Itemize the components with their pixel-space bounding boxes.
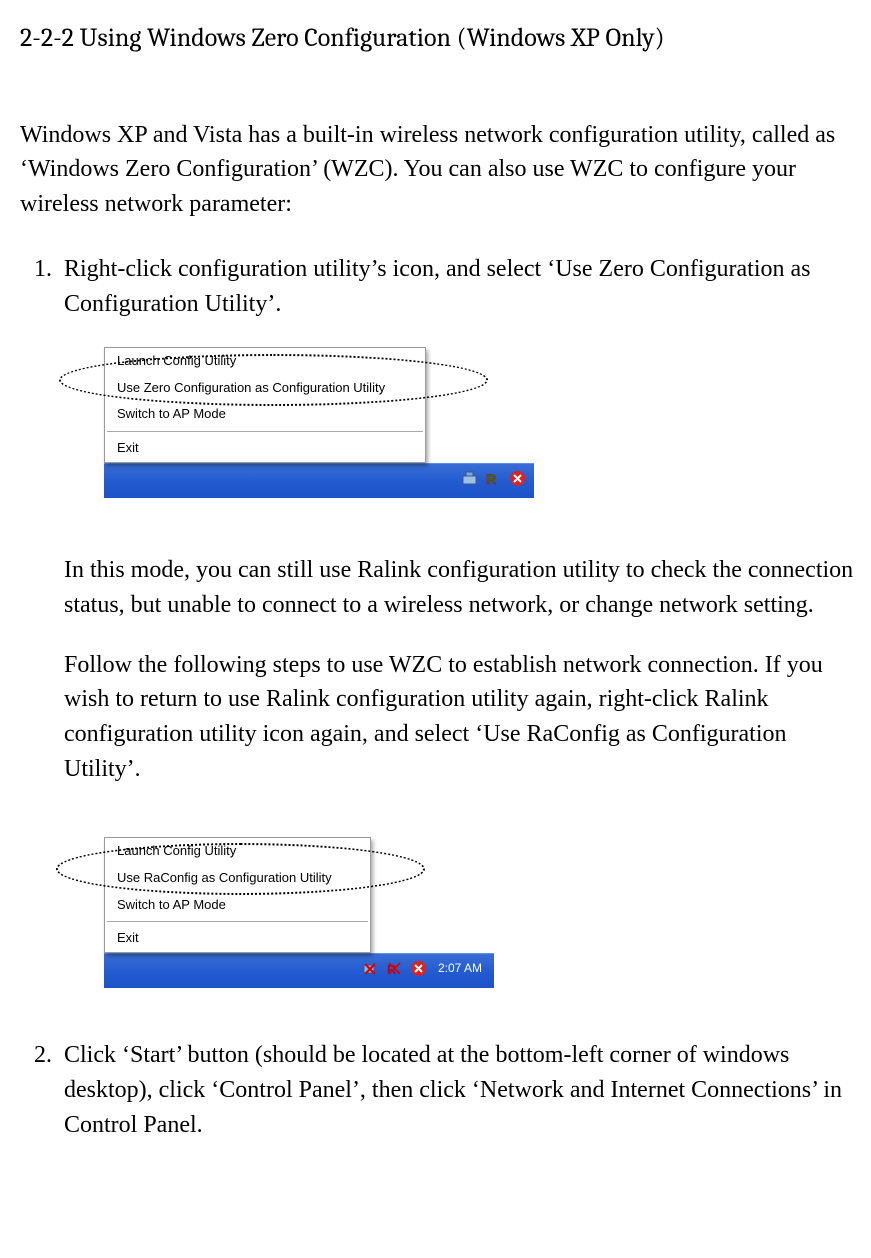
menu-item-switch-ap[interactable]: Switch to AP Mode: [105, 401, 425, 428]
step-1-text: Right-click configuration utility’s icon…: [64, 252, 856, 322]
network-error-icon-2[interactable]: [410, 960, 427, 977]
menu-item-launch-config-2[interactable]: Launch Config Utility: [105, 838, 370, 865]
menu-separator-2: [107, 921, 368, 922]
step-1-note-2: Follow the following steps to use WZC to…: [64, 648, 856, 787]
menu-item-exit[interactable]: Exit: [105, 435, 425, 462]
screenshot-1: Launch Config Utility Use Zero Configura…: [64, 347, 534, 498]
step-2-text: Click ‘Start’ button (should be located …: [64, 1038, 856, 1142]
network-x-icon[interactable]: [362, 960, 379, 977]
safely-remove-icon[interactable]: [461, 470, 478, 487]
taskbar-clock: 2:07 AM: [434, 960, 486, 977]
taskbar-2: R 2:07 AM: [104, 953, 494, 988]
system-tray-1: R: [461, 470, 526, 487]
intro-paragraph: Windows XP and Vista has a built-in wire…: [20, 118, 856, 222]
ralink-x-icon[interactable]: R: [386, 960, 403, 977]
svg-text:R: R: [486, 471, 496, 487]
menu-item-use-zero-config[interactable]: Use Zero Configuration as Configuration …: [105, 375, 425, 402]
menu-item-switch-ap-2[interactable]: Switch to AP Mode: [105, 892, 370, 919]
menu-item-launch-config[interactable]: Launch Config Utility: [105, 348, 425, 375]
taskbar-1: R: [104, 463, 534, 498]
network-error-icon[interactable]: [509, 470, 526, 487]
screenshot-2: Launch Config Utility Use RaConfig as Co…: [64, 837, 494, 988]
section-heading: 2-2-2 Using Windows Zero Configuration (…: [20, 20, 856, 58]
step-1: Right-click configuration utility’s icon…: [58, 252, 856, 1018]
menu-separator: [107, 431, 423, 432]
system-tray-2: R 2:07 AM: [362, 960, 486, 977]
menu-item-use-raconfig[interactable]: Use RaConfig as Configuration Utility: [105, 865, 370, 892]
context-menu-2: Launch Config Utility Use RaConfig as Co…: [104, 837, 371, 953]
menu-item-exit-2[interactable]: Exit: [105, 925, 370, 952]
ralink-icon[interactable]: R: [485, 470, 502, 487]
step-1-note-1: In this mode, you can still use Ralink c…: [64, 553, 856, 623]
step-2: Click ‘Start’ button (should be located …: [58, 1038, 856, 1142]
context-menu-1: Launch Config Utility Use Zero Configura…: [104, 347, 426, 463]
